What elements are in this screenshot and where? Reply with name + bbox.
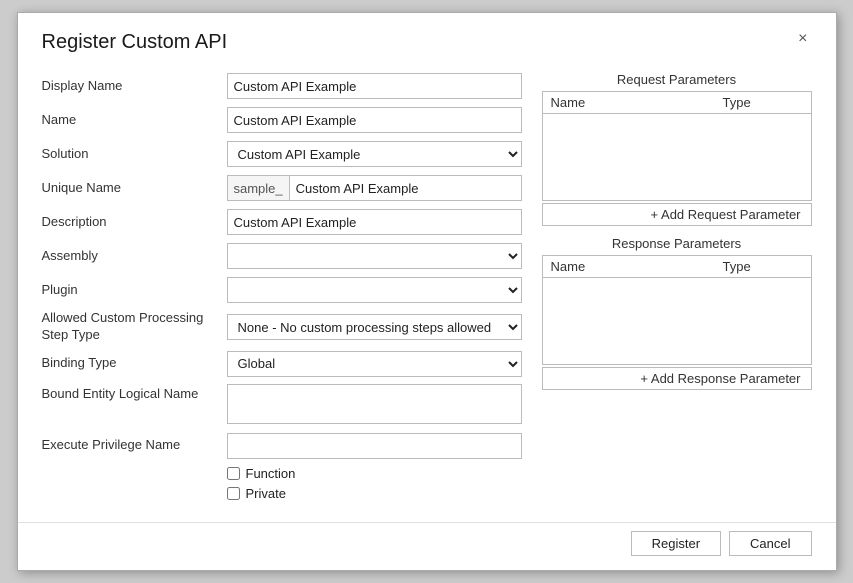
function-checkbox[interactable] xyxy=(227,467,240,480)
execute-privilege-input[interactable] xyxy=(227,433,522,459)
display-name-input[interactable] xyxy=(227,73,522,99)
request-params-table: Name Type xyxy=(542,91,812,201)
assembly-label: Assembly xyxy=(42,248,227,265)
response-col-name: Name xyxy=(551,259,723,274)
response-col-type: Type xyxy=(723,259,803,274)
plugin-label: Plugin xyxy=(42,282,227,299)
description-label: Description xyxy=(42,214,227,231)
private-label: Private xyxy=(246,486,286,501)
unique-name-composite: sample_ xyxy=(227,175,522,201)
name-input[interactable] xyxy=(227,107,522,133)
bound-entity-row: Bound Entity Logical Name xyxy=(42,384,522,426)
solution-select[interactable]: Custom API Example xyxy=(227,141,522,167)
display-name-label: Display Name xyxy=(42,78,227,95)
request-params-title: Request Parameters xyxy=(542,72,812,87)
binding-type-row: Binding Type Global xyxy=(42,350,522,378)
description-row: Description xyxy=(42,208,522,236)
name-label: Name xyxy=(42,112,227,129)
response-params-table: Name Type xyxy=(542,255,812,365)
response-params-body xyxy=(543,278,811,363)
bound-entity-input[interactable] xyxy=(227,384,522,424)
allowed-custom-select[interactable]: None - No custom processing steps allowe… xyxy=(227,314,522,340)
dialog-footer: Register Cancel xyxy=(18,522,836,570)
private-checkbox[interactable] xyxy=(227,487,240,500)
function-label: Function xyxy=(246,466,296,481)
description-input[interactable] xyxy=(227,209,522,235)
request-col-name: Name xyxy=(551,95,723,110)
allowed-custom-label: Allowed Custom Processing Step Type xyxy=(42,310,227,344)
assembly-select[interactable] xyxy=(227,243,522,269)
display-name-row: Display Name xyxy=(42,72,522,100)
cancel-button[interactable]: Cancel xyxy=(729,531,811,556)
request-params-body xyxy=(543,114,811,199)
add-request-param-button[interactable]: + Add Request Parameter xyxy=(542,203,812,226)
response-params-header: Name Type xyxy=(543,256,811,278)
register-custom-api-dialog: Register Custom API × Display Name Name … xyxy=(17,12,837,571)
unique-name-input[interactable] xyxy=(289,175,522,201)
unique-name-row: Unique Name sample_ xyxy=(42,174,522,202)
function-checkbox-row: Function xyxy=(227,466,522,481)
name-row: Name xyxy=(42,106,522,134)
allowed-custom-row: Allowed Custom Processing Step Type None… xyxy=(42,310,522,344)
right-panel: Request Parameters Name Type + Add Reque… xyxy=(542,72,812,506)
plugin-select[interactable] xyxy=(227,277,522,303)
binding-type-label: Binding Type xyxy=(42,355,227,372)
request-params-section: Request Parameters Name Type + Add Reque… xyxy=(542,72,812,226)
execute-privilege-label: Execute Privilege Name xyxy=(42,437,227,454)
binding-type-select[interactable]: Global xyxy=(227,351,522,377)
solution-label: Solution xyxy=(42,146,227,163)
request-params-header: Name Type xyxy=(543,92,811,114)
dialog-body: Display Name Name Solution Custom API Ex… xyxy=(18,64,836,522)
add-response-param-button[interactable]: + Add Response Parameter xyxy=(542,367,812,390)
bound-entity-label: Bound Entity Logical Name xyxy=(42,384,227,403)
dialog-titlebar: Register Custom API × xyxy=(18,13,836,64)
plugin-row: Plugin xyxy=(42,276,522,304)
left-panel: Display Name Name Solution Custom API Ex… xyxy=(42,72,522,506)
solution-row: Solution Custom API Example xyxy=(42,140,522,168)
response-params-section: Response Parameters Name Type + Add Resp… xyxy=(542,236,812,390)
close-button[interactable]: × xyxy=(794,31,811,47)
private-checkbox-row: Private xyxy=(227,486,522,501)
unique-name-label: Unique Name xyxy=(42,180,227,197)
register-button[interactable]: Register xyxy=(631,531,721,556)
execute-privilege-row: Execute Privilege Name xyxy=(42,432,522,460)
request-col-type: Type xyxy=(723,95,803,110)
response-params-title: Response Parameters xyxy=(542,236,812,251)
assembly-row: Assembly xyxy=(42,242,522,270)
dialog-title: Register Custom API xyxy=(42,31,228,54)
unique-name-prefix: sample_ xyxy=(227,175,289,201)
